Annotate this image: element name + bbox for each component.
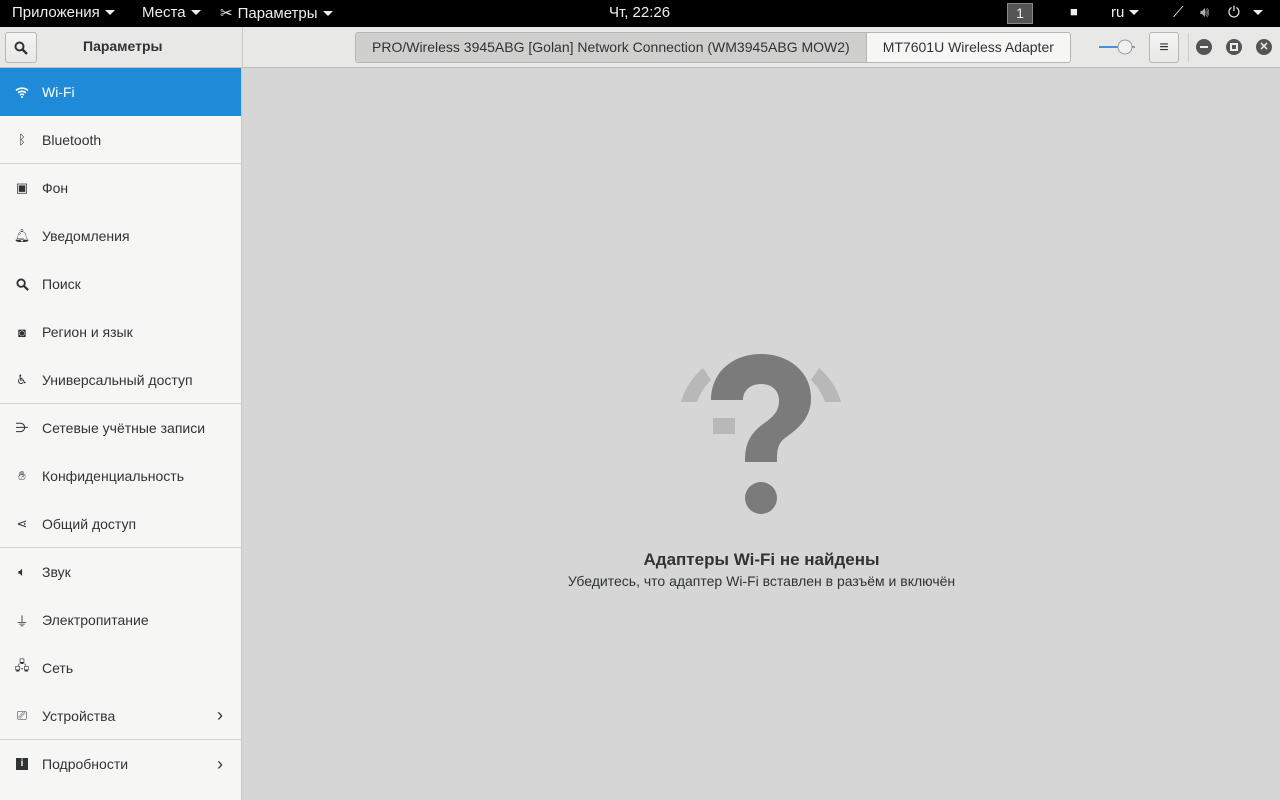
- sidebar-item-label: Сеть: [42, 660, 74, 676]
- header-bar: Параметры PRO/Wireless 3945ABG [Golan] N…: [0, 27, 1280, 68]
- online-accounts-icon: ⋺: [15, 420, 29, 435]
- volume-icon[interactable]: 🔊︎: [1200, 4, 1209, 21]
- sidebar-item-details[interactable]: i Подробности ›: [0, 740, 241, 788]
- sidebar-item-online-accounts[interactable]: ⋺ Сетевые учётные записи: [0, 404, 241, 452]
- sidebar-item-label: Сетевые учётные записи: [42, 420, 206, 436]
- menu-button[interactable]: ≡: [1149, 32, 1179, 63]
- sidebar-item-region[interactable]: ◙ Регион и язык: [0, 308, 241, 356]
- wifi-icon: [14, 84, 30, 100]
- tab-adapter-2[interactable]: MT7601U Wireless Adapter: [866, 33, 1070, 62]
- network-icon: 🖧︎: [14, 658, 30, 673]
- sidebar-item-label: Wi-Fi: [42, 84, 75, 100]
- sidebar-item-label: Регион и язык: [42, 324, 133, 340]
- chevron-down-icon: [1252, 10, 1263, 15]
- header-divider: [242, 27, 243, 68]
- camera-icon[interactable]: ■: [1070, 4, 1078, 19]
- maximize-icon: [1230, 43, 1238, 51]
- sidebar-item-notifications[interactable]: 🔔︎ Уведомления: [0, 212, 241, 260]
- search-icon: [14, 276, 30, 292]
- bluetooth-icon: ᛒ: [18, 132, 26, 147]
- close-icon: ✕: [1259, 41, 1269, 53]
- app-menu[interactable]: ✂ Параметры: [220, 4, 333, 22]
- sidebar-item-label: Общий доступ: [42, 515, 137, 532]
- chevron-down-icon: [1129, 10, 1140, 15]
- tools-icon: ✂: [220, 5, 233, 22]
- search-button[interactable]: [5, 32, 37, 63]
- chevron-down-icon: [104, 10, 115, 15]
- chevron-right-icon: ›: [217, 753, 223, 774]
- minimize-button[interactable]: [1196, 39, 1212, 55]
- workspace-indicator[interactable]: 1: [1007, 3, 1033, 24]
- sidebar: Wi-Fi ᛒ Bluetooth ▣ Фон 🔔︎ Уведомления Поис…: [0, 68, 242, 800]
- sidebar-item-label: Звук: [42, 564, 71, 580]
- sidebar-item-power[interactable]: ⏚ Электропитание: [0, 596, 241, 644]
- sidebar-item-wifi[interactable]: Wi-Fi: [0, 68, 241, 116]
- chevron-right-icon: ›: [217, 705, 223, 725]
- network-wired-icon[interactable]: ⟋: [1173, 4, 1184, 21]
- power-plug-icon: ⏚: [15, 613, 29, 629]
- bell-icon: 🔔︎: [13, 228, 31, 243]
- sidebar-item-background[interactable]: ▣ Фон: [0, 164, 241, 212]
- search-icon: [14, 41, 28, 55]
- maximize-button[interactable]: [1226, 39, 1242, 55]
- sidebar-title: Параметры: [83, 38, 163, 54]
- region-icon: ◙: [18, 324, 26, 340]
- accessibility-icon: ♿︎: [16, 371, 28, 387]
- background-icon: ▣: [15, 180, 29, 195]
- sidebar-item-label: Электропитание: [42, 612, 149, 628]
- sidebar-item-privacy[interactable]: ✋︎ Конфиденциальность: [0, 452, 241, 500]
- minimize-icon: [1200, 46, 1208, 48]
- info-icon: i: [14, 756, 30, 772]
- applications-menu[interactable]: Приложения: [12, 4, 115, 21]
- sidebar-item-bluetooth[interactable]: ᛒ Bluetooth: [0, 116, 241, 164]
- speaker-icon: 🔈︎: [18, 564, 26, 579]
- power-icon: ⏻: [1228, 4, 1240, 21]
- sidebar-item-label: Универсальный доступ: [42, 371, 193, 388]
- places-label: Места: [142, 4, 186, 21]
- sidebar-item-label: Фон: [42, 180, 69, 196]
- devices-icon: ⎚: [16, 707, 28, 723]
- empty-state-title: Адаптеры Wi-Fi не найдены: [643, 550, 880, 569]
- sidebar-item-devices[interactable]: ⎚ Устройства ›: [0, 692, 241, 740]
- sidebar-item-label: Подробности: [42, 756, 129, 772]
- empty-state-subtitle: Убедитесь, что адаптер Wi-Fi вставлен в …: [567, 573, 956, 589]
- sidebar-item-network[interactable]: 🖧︎ Сеть: [0, 644, 241, 692]
- sidebar-item-label: Bluetooth: [42, 131, 102, 148]
- main-content: Адаптеры Wi-Fi не найдены Убедитесь, что…: [243, 68, 1280, 800]
- divider: [1188, 33, 1189, 62]
- close-button[interactable]: ✕: [1256, 39, 1272, 55]
- share-icon: ⋖: [16, 515, 28, 531]
- tab-adapter-1[interactable]: PRO/Wireless 3945ABG [Golan] Network Con…: [356, 33, 867, 62]
- chevron-down-icon: [190, 10, 201, 15]
- sidebar-item-accessibility[interactable]: ♿︎ Универсальный доступ: [0, 356, 241, 404]
- clock[interactable]: Чт, 22:26: [609, 4, 670, 21]
- sidebar-item-label: Уведомления: [42, 228, 130, 244]
- top-bar: Приложения Места ✂ Параметры Чт, 22:26 1 …: [0, 0, 1280, 27]
- places-menu[interactable]: Места: [142, 4, 201, 21]
- wifi-unknown-icon: [681, 354, 841, 514]
- sidebar-item-label: Конфиденциальность: [42, 468, 185, 484]
- adapter-tabs: PRO/Wireless 3945ABG [Golan] Network Con…: [355, 32, 1071, 63]
- app-menu-label: Параметры: [237, 4, 318, 22]
- language-menu[interactable]: ru: [1111, 4, 1140, 21]
- sidebar-item-sound[interactable]: 🔈︎ Звук: [0, 548, 241, 596]
- power-menu[interactable]: ⏻: [1228, 4, 1263, 21]
- sidebar-item-label: Устройства: [42, 707, 116, 724]
- hamburger-icon: ≡: [1159, 38, 1169, 56]
- language-label: ru: [1111, 4, 1125, 21]
- applications-label: Приложения: [12, 4, 100, 21]
- privacy-hand-icon: ✋︎: [18, 468, 26, 483]
- sidebar-item-search[interactable]: Поиск: [0, 260, 241, 308]
- clock-label: Чт, 22:26: [609, 4, 671, 21]
- sidebar-item-label: Поиск: [42, 276, 81, 292]
- chevron-down-icon: [322, 10, 333, 16]
- sidebar-item-sharing[interactable]: ⋖ Общий доступ: [0, 500, 241, 548]
- wifi-toggle-switch[interactable]: [1098, 39, 1136, 55]
